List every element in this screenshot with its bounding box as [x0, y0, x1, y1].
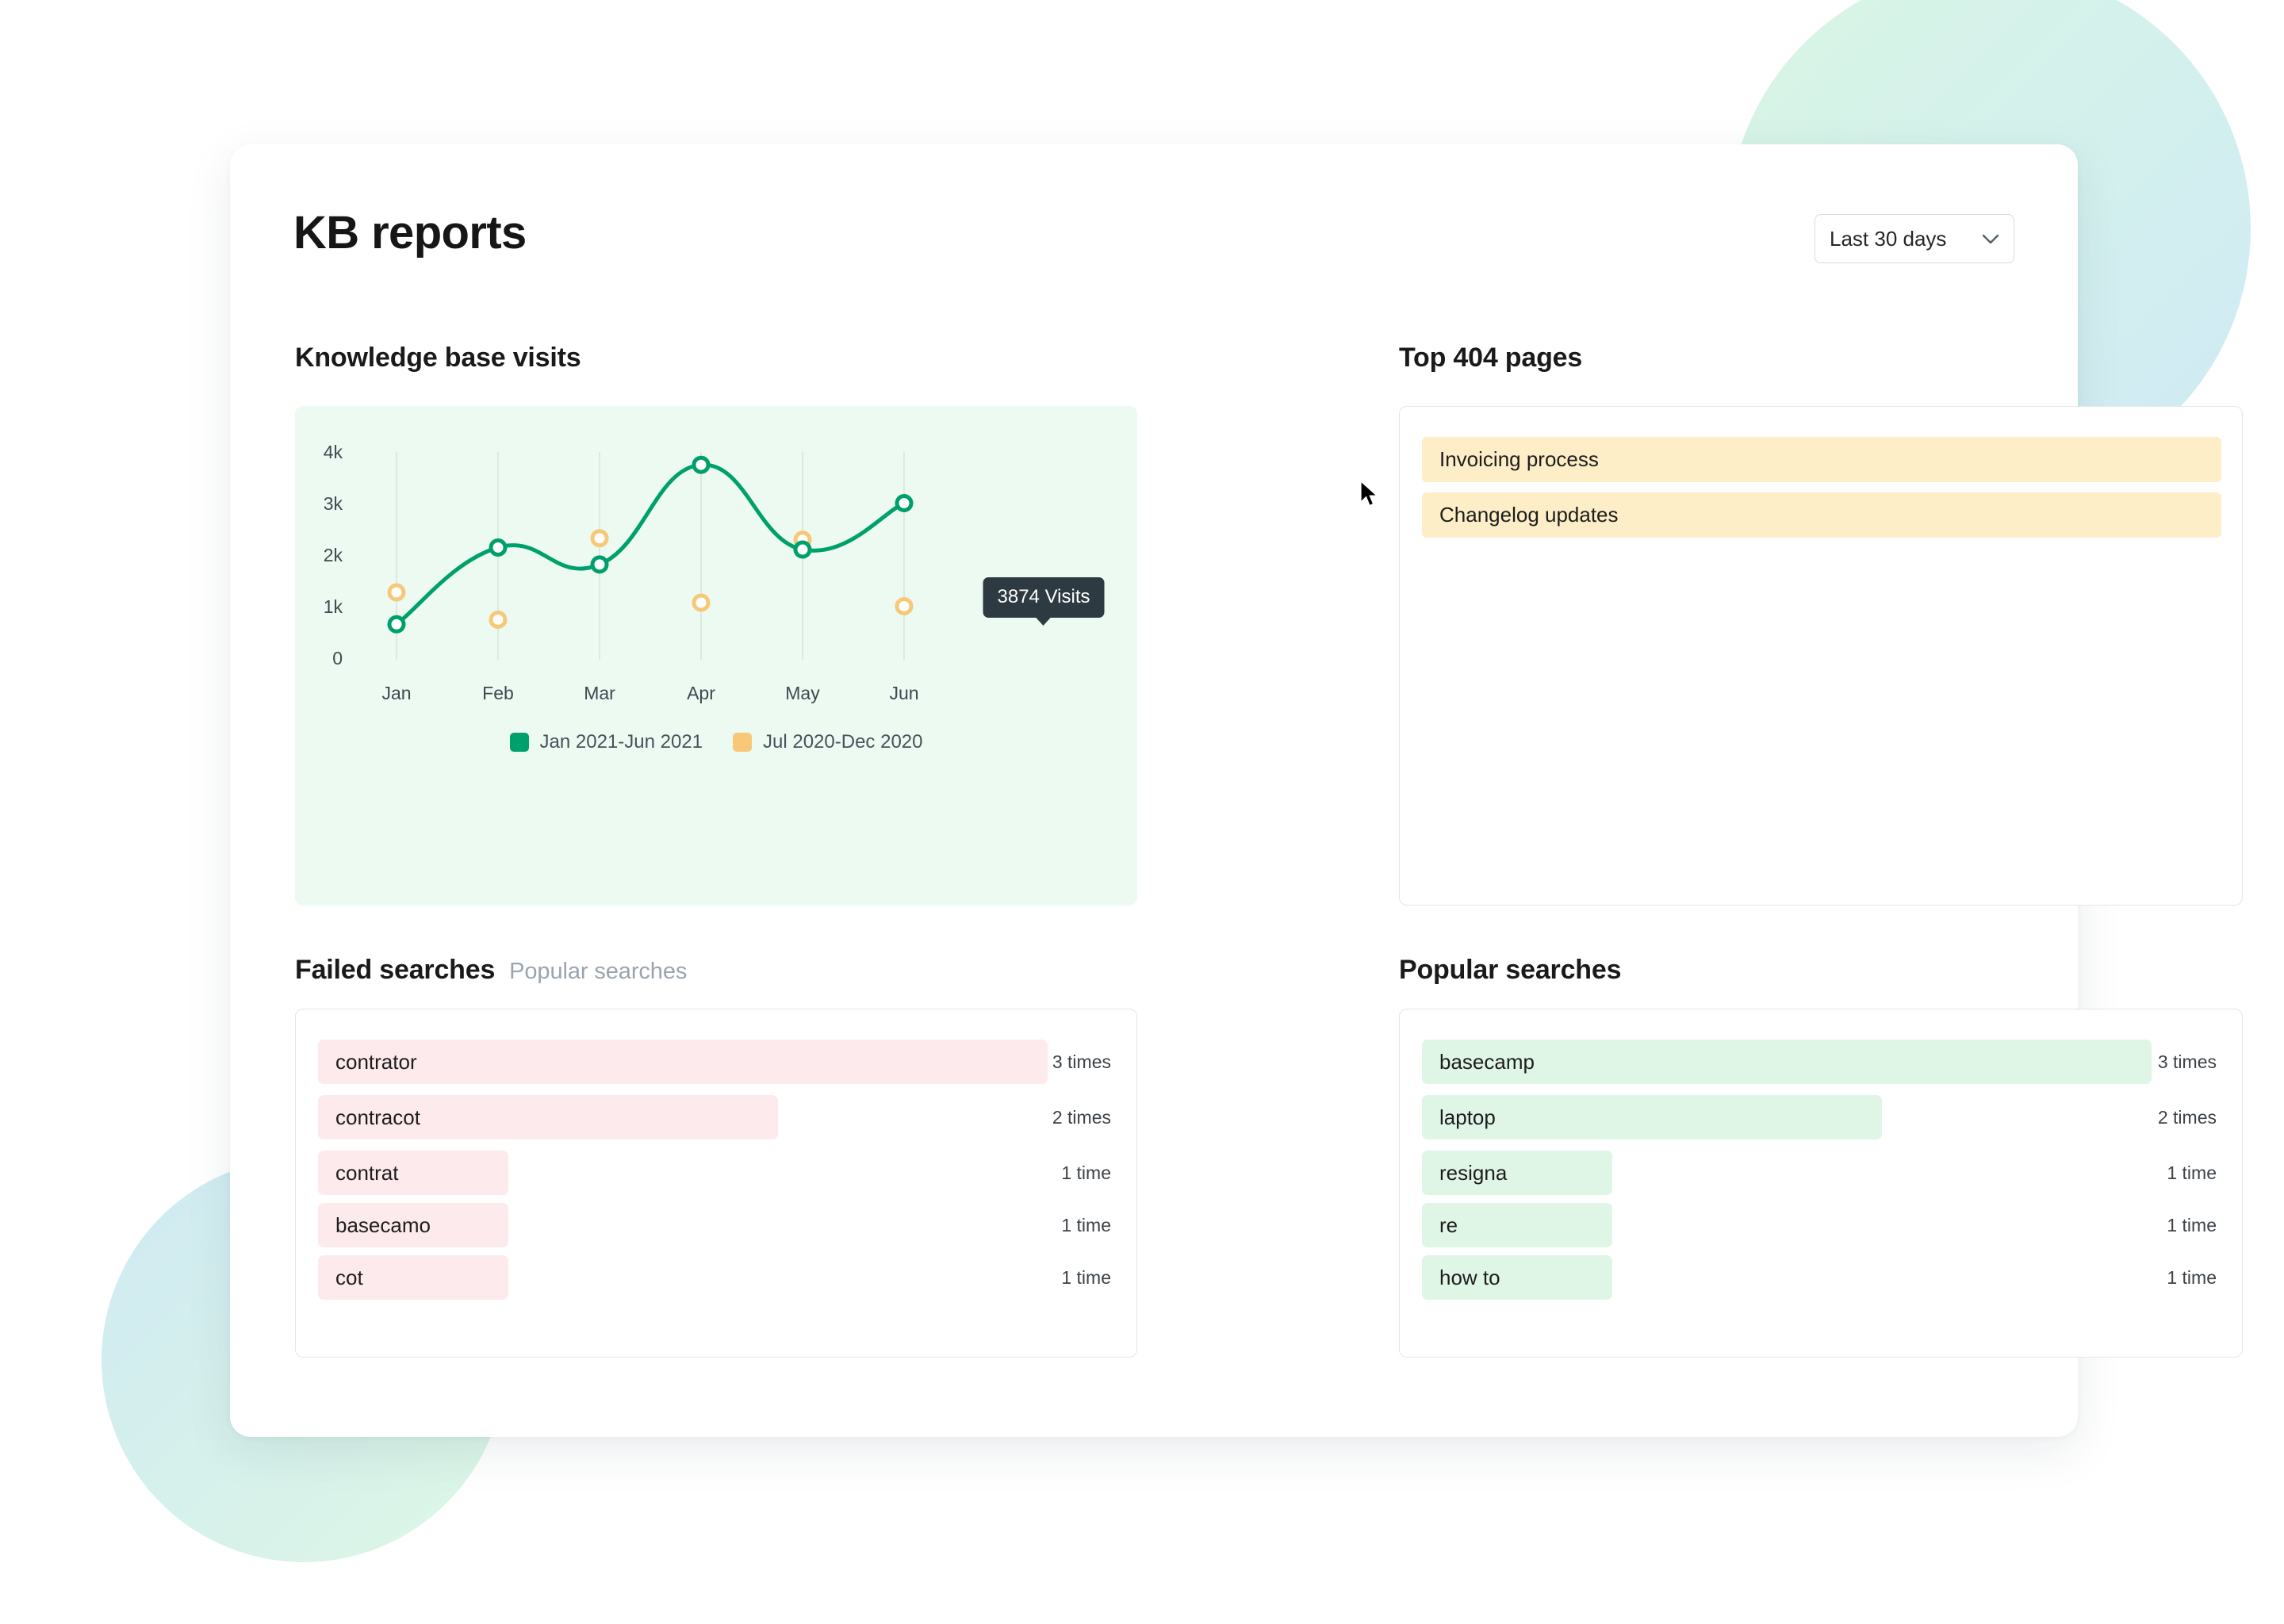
list-item[interactable]: contrat 1 time	[296, 1147, 1136, 1198]
legend-label-current: Jan 2021-Jun 2021	[539, 731, 703, 753]
popular-search-bar: resigna	[1422, 1151, 1612, 1195]
svg-text:Jun: Jun	[889, 683, 918, 703]
popular-search-count: 3 times	[2157, 1051, 2217, 1072]
failed-searches-panel: contrator 3 times contracot 2 times cont…	[295, 1009, 1137, 1358]
svg-text:2k: 2k	[324, 545, 343, 565]
svg-text:Apr: Apr	[687, 683, 715, 703]
failed-search-term: contrator	[335, 1049, 417, 1074]
failed-search-count: 2 times	[1052, 1106, 1111, 1128]
chart-data-point[interactable]	[387, 583, 406, 602]
chart-data-point[interactable]	[489, 538, 508, 557]
failed-search-count: 1 time	[1061, 1266, 1111, 1288]
popular-search-bar: re	[1422, 1203, 1612, 1247]
failed-search-bar: cot	[318, 1255, 508, 1300]
reports-card: KB reports Last 30 days Knowledge base v…	[230, 144, 2243, 1437]
popular-search-count: 1 time	[2167, 1214, 2217, 1235]
list-item[interactable]: how to 1 time	[1400, 1252, 2242, 1303]
popular-search-term: re	[1439, 1212, 1458, 1237]
popular-search-term: basecamp	[1439, 1049, 1535, 1074]
failed-search-bar: basecamo	[318, 1203, 508, 1247]
svg-text:0: 0	[332, 648, 343, 668]
list-item[interactable]: contrator 3 times	[296, 1036, 1136, 1087]
chart-data-point[interactable]	[590, 529, 609, 548]
top-404-row[interactable]: Invoicing process	[1422, 437, 2221, 482]
popular-search-count: 1 time	[2167, 1266, 2217, 1288]
chart-data-point[interactable]	[895, 597, 914, 616]
page-title: KB reports	[293, 207, 527, 259]
failed-searches-title: Failed searches	[295, 955, 496, 985]
svg-text:Mar: Mar	[584, 683, 615, 703]
chevron-down-icon	[1982, 234, 1999, 243]
list-item[interactable]: re 1 time	[1400, 1200, 2242, 1251]
popular-search-term: laptop	[1439, 1105, 1496, 1129]
list-item[interactable]: cot 1 time	[296, 1252, 1136, 1303]
popular-search-count: 2 times	[2157, 1106, 2217, 1128]
popular-search-bar: laptop	[1422, 1095, 1882, 1139]
popular-search-bar: basecamp	[1422, 1040, 2152, 1084]
kb-visits-chart: 4k 3k 2k 1k 0 Jan Feb Mar Apr May Jun Ja…	[295, 406, 1137, 906]
list-item[interactable]: contracot 2 times	[296, 1092, 1136, 1143]
line-chart-svg: 4k 3k 2k 1k 0 Jan Feb Mar Apr May Jun	[324, 442, 919, 703]
top-404-row[interactable]: Changelog updates	[1422, 492, 2221, 538]
popular-search-term: resigna	[1439, 1160, 1508, 1185]
list-item[interactable]: basecamp 3 times	[1400, 1036, 2242, 1087]
legend-swatch-previous	[733, 733, 753, 752]
popular-searches-tab[interactable]: Popular searches	[509, 959, 687, 984]
chart-data-point[interactable]	[895, 494, 914, 513]
date-range-select[interactable]: Last 30 days	[1815, 214, 2014, 263]
svg-text:3k: 3k	[324, 493, 343, 514]
popular-search-count: 1 time	[2167, 1162, 2217, 1183]
failed-search-term: contrat	[335, 1160, 399, 1185]
svg-text:1k: 1k	[324, 596, 343, 617]
chart-data-point[interactable]	[387, 615, 406, 634]
chart-tooltip: 3874 Visits	[983, 577, 1105, 626]
top-404-label: Invoicing process	[1439, 447, 1599, 471]
failed-search-bar: contrat	[318, 1151, 508, 1195]
chart-x-axis: Jan Feb Mar Apr May Jun	[381, 683, 918, 703]
chart-data-point[interactable]	[793, 540, 812, 559]
failed-search-count: 3 times	[1052, 1051, 1111, 1072]
svg-text:4k: 4k	[324, 442, 343, 462]
legend-swatch-current	[509, 733, 529, 752]
chart-gridlines	[396, 452, 905, 660]
legend-label-previous: Jul 2020-Dec 2020	[763, 731, 923, 753]
failed-searches-heading: Failed searches Popular searches	[295, 955, 687, 986]
chart-data-point[interactable]	[692, 593, 711, 612]
failed-search-term: basecamo	[335, 1212, 431, 1237]
list-item[interactable]: resigna 1 time	[1400, 1147, 2242, 1198]
svg-text:Jan: Jan	[381, 683, 411, 703]
top-404-panel: Invoicing process Changelog updates	[1399, 406, 2243, 906]
chart-data-point[interactable]	[590, 555, 609, 574]
kb-visits-heading: Knowledge base visits	[295, 343, 581, 373]
failed-search-term: cot	[335, 1265, 363, 1289]
series-line-current	[394, 462, 906, 626]
list-item[interactable]: basecamo 1 time	[296, 1200, 1136, 1251]
failed-search-bar: contracot	[318, 1095, 778, 1139]
popular-searches-panel: basecamp 3 times laptop 2 times resigna …	[1399, 1009, 2243, 1358]
svg-text:Feb: Feb	[482, 683, 514, 703]
chart-data-point[interactable]	[489, 610, 508, 629]
list-item[interactable]: laptop 2 times	[1400, 1092, 2242, 1143]
popular-search-term: how to	[1439, 1265, 1500, 1289]
series-markers-previous	[387, 529, 914, 629]
popular-searches-heading: Popular searches	[1399, 955, 1622, 985]
failed-search-term: contracot	[335, 1105, 420, 1129]
failed-search-count: 1 time	[1061, 1162, 1111, 1183]
failed-search-bar: contrator	[318, 1040, 1048, 1084]
legend-item-previous[interactable]: Jul 2020-Dec 2020	[733, 731, 922, 753]
chart-tooltip-text: 3874 Visits	[997, 586, 1090, 607]
chart-legend: Jan 2021-Jun 2021 Jul 2020-Dec 2020	[295, 731, 1137, 753]
series-markers-current	[387, 455, 914, 634]
svg-text:May: May	[785, 683, 820, 703]
chart-y-axis: 4k 3k 2k 1k 0	[324, 442, 343, 668]
legend-item-current[interactable]: Jan 2021-Jun 2021	[509, 731, 703, 753]
top-404-heading: Top 404 pages	[1399, 343, 1583, 373]
failed-search-count: 1 time	[1061, 1214, 1111, 1235]
popular-search-bar: how to	[1422, 1255, 1612, 1300]
top-404-label: Changelog updates	[1439, 503, 1619, 527]
chart-data-point[interactable]	[692, 455, 711, 474]
tooltip-arrow	[1036, 617, 1052, 626]
date-range-value: Last 30 days	[1830, 226, 1947, 251]
